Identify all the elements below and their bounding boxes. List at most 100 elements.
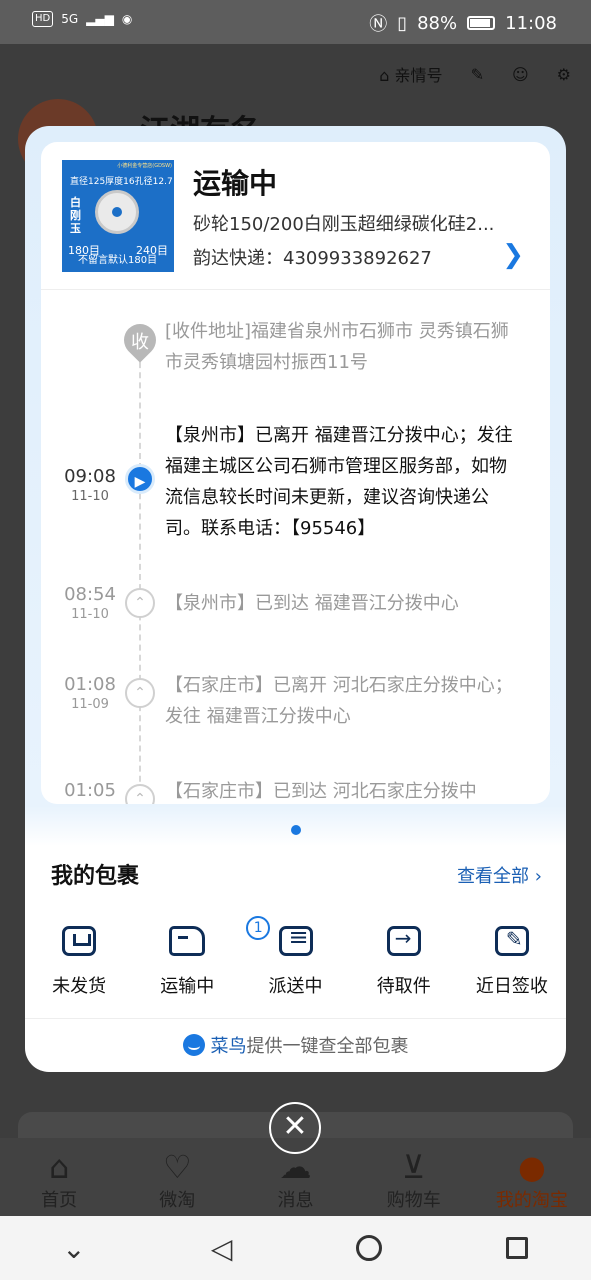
in-transit-icon [169, 926, 206, 956]
chevron-up-icon: ⌃ [125, 784, 155, 804]
pickup-icon [386, 926, 421, 956]
shortcut-label: 运输中 [160, 976, 215, 997]
product-thumbnail: 小德利金专营店(GDSW) 直径125厚度16孔径12.7 白刚玉 180目 2… [62, 160, 174, 272]
shipping-status: 运输中 [193, 167, 278, 200]
shortcut-pickup[interactable]: 待取件 [350, 926, 458, 998]
thumbnail-corner-text: 小德利金专营店(GDSW) [117, 163, 172, 169]
grinding-wheel-image [95, 190, 139, 234]
shortcut-label: 近日签收 [475, 976, 548, 997]
receiver-pin-icon: 收 [117, 317, 163, 364]
shortcut-label: 未发货 [52, 976, 107, 997]
tab-cart[interactable]: ⊻ 购物车 [355, 1138, 473, 1216]
tracking-timeline[interactable]: 收 [收件地址]福建省泉州市石狮市 灵秀镇石狮市灵秀镇塘园村振西11号 09:0… [41, 290, 550, 804]
signed-icon [494, 926, 529, 956]
event-hour: 09:08 [64, 466, 116, 487]
unshipped-icon [62, 926, 97, 956]
chevron-down-icon: ⌄ [62, 1231, 86, 1265]
close-icon: ✕ [282, 1109, 308, 1144]
event-hour: 01:08 [64, 674, 116, 695]
event-text: 【泉州市】已到达 福建晋江分拨中心 [165, 593, 459, 614]
shortcut-label: 待取件 [376, 976, 431, 997]
home-circle-icon [356, 1235, 383, 1261]
delivering-icon [278, 923, 313, 956]
tab-label: 首页 [41, 1190, 78, 1211]
cainiao-footer[interactable]: 菜鸟提供一键查全部包裹 [25, 1032, 566, 1058]
timeline-line [139, 342, 141, 804]
page-indicator [291, 825, 301, 835]
shortcut-unshipped[interactable]: 未发货 [25, 926, 133, 998]
shortcut-delivering[interactable]: 派送中 [241, 923, 349, 998]
thumbnail-spec: 直径125厚度16孔径12.7 [70, 177, 173, 187]
tab-label: 微淘 [159, 1190, 196, 1211]
product-name: 砂轮150/200白刚玉超细绿碳化硅2... [193, 214, 495, 235]
event-hour: 01:05 [64, 780, 116, 801]
recents-square-icon [506, 1237, 529, 1259]
footer-text: 提供一键查全部包裹 [246, 1036, 409, 1057]
nav-home-button[interactable] [339, 1235, 399, 1261]
nav-back-button[interactable]: ◁ [192, 1232, 252, 1265]
account-icon[interactable]: ☺ [512, 65, 529, 84]
receiver-address: [收件地址]福建省泉州市石狮市 灵秀镇石狮市灵秀镇塘园村振西11号 [165, 321, 509, 373]
event-hour: 08:54 [64, 584, 116, 605]
eye-icon: ◉ [121, 12, 133, 26]
event-time: 09:08 11-10 [63, 466, 117, 504]
family-number-button[interactable]: ⌂ 亲情号 [379, 62, 442, 86]
nfc-icon: Ⓝ [369, 14, 388, 35]
hd-indicator: HD [32, 11, 54, 27]
tab-label: 购物车 [386, 1190, 441, 1211]
battery-percent: 88% [417, 12, 458, 34]
chevron-right-icon: › [534, 866, 542, 887]
theme-icon[interactable]: ✎ [471, 65, 484, 84]
event-time: 08:54 11-10 [63, 584, 117, 622]
cart-icon: ⊻ [402, 1148, 426, 1186]
tracking-number: 韵达快递：4309933892627 [193, 248, 432, 269]
network-indicator: 5G [61, 12, 79, 26]
truck-icon: ▶ [125, 464, 155, 494]
thumbnail-note: 不留言默认180目 [78, 255, 158, 266]
back-triangle-icon: ◁ [210, 1231, 233, 1265]
package-modal: 小德利金专营店(GDSW) 直径125厚度16孔径12.7 白刚玉 180目 2… [25, 126, 566, 1072]
event-date: 11-09 [71, 697, 109, 712]
status-left: HD 5G ▂▄▆ ◉ [32, 11, 132, 27]
chevron-right-icon[interactable]: ❯ [502, 240, 524, 270]
cainiao-logo-icon [182, 1034, 205, 1056]
event-time: 01:05 [63, 780, 117, 801]
event-time: 01:08 11-09 [63, 674, 117, 712]
event-text: 【泉州市】已离开 福建晋江分拨中心；发往 福建主城区公司石狮市管理区服务部，如物… [165, 425, 513, 539]
event-text: 【石家庄市】已离开 河北石家庄分拨中心；发往 福建晋江分拨中心 [165, 675, 513, 727]
chevron-up-icon: ⌃ [125, 678, 155, 708]
system-nav-bar: ⌄ ◁ [0, 1216, 591, 1280]
family-number-label: 亲情号 [394, 66, 443, 85]
view-all-link[interactable]: 查看全部 › [457, 862, 542, 888]
status-right: Ⓝ ▯ 88% 11:08 [369, 10, 557, 36]
divider [25, 1018, 566, 1019]
nav-recents-button[interactable] [487, 1237, 547, 1259]
shortcut-in-transit[interactable]: 1 运输中 [133, 916, 271, 998]
top-toolbar: ⌂ 亲情号 ✎ ☺ ⚙ [379, 62, 571, 86]
event-date: 11-10 [71, 489, 109, 504]
my-packages-title: 我的包裹 [51, 864, 140, 889]
settings-icon[interactable]: ⚙ [557, 65, 571, 84]
tab-weitao[interactable]: ♡ 微淘 [118, 1138, 236, 1216]
tab-home[interactable]: ⌂ 首页 [0, 1138, 118, 1216]
tab-my-taobao[interactable]: ● 我的淘宝 [473, 1138, 591, 1216]
vibrate-icon: ▯ [397, 12, 408, 34]
view-all-label: 查看全部 [457, 866, 530, 887]
tab-label: 我的淘宝 [495, 1190, 568, 1211]
clock: 11:08 [505, 12, 557, 34]
shortcut-signed[interactable]: 近日签收 [458, 926, 566, 998]
footer-brand: 菜鸟 [210, 1036, 247, 1057]
broadcast-icon: ♡ [162, 1148, 192, 1186]
thumbnail-material: 白刚玉 [70, 196, 81, 235]
status-bar: HD 5G ▂▄▆ ◉ Ⓝ ▯ 88% 11:08 [0, 0, 591, 44]
receiver-pin-char: 收 [131, 332, 149, 353]
package-header[interactable]: 小德利金专营店(GDSW) 直径125厚度16孔径12.7 白刚玉 180目 2… [41, 142, 550, 290]
nav-collapse-button[interactable]: ⌄ [44, 1232, 104, 1265]
profile-icon: ● [517, 1148, 546, 1186]
package-card[interactable]: 小德利金专营店(GDSW) 直径125厚度16孔径12.7 白刚玉 180目 2… [41, 142, 550, 804]
close-button[interactable]: ✕ [269, 1102, 321, 1154]
home-icon: ⌂ [48, 1148, 70, 1186]
package-shortcuts: 未发货 1 运输中 派送中 待取件 近日签收 [25, 916, 566, 998]
event-text: 【石家庄市】已到达 河北石家庄分拨中 [165, 781, 477, 802]
chevron-up-icon: ⌃ [125, 588, 155, 618]
